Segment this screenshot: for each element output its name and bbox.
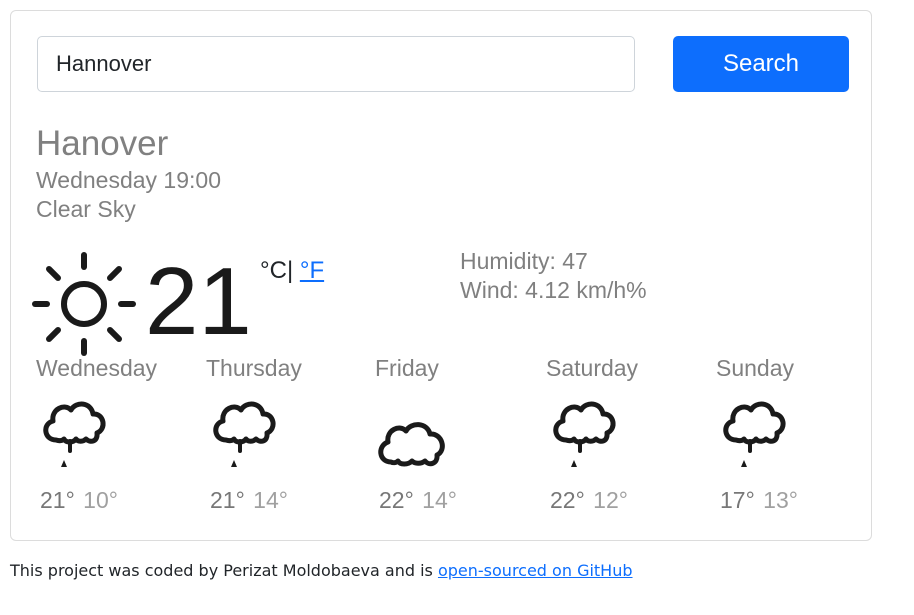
forecast-day-name: Saturday <box>546 355 639 381</box>
current-temperature: 21 <box>145 248 252 355</box>
forecast-max-temp: 22° <box>550 487 585 513</box>
unit-celsius: °C <box>260 257 287 284</box>
search-button[interactable]: Search <box>673 36 849 92</box>
forecast-temps: 21° 10° <box>40 486 118 514</box>
forecast-day: Wednesday 21° 10° <box>36 354 206 524</box>
forecast-temps: 17° 13° <box>720 486 798 514</box>
forecast-temps: 21° 14° <box>210 486 288 514</box>
weather-description: Clear Sky <box>36 196 136 222</box>
forecast-day: Friday 22° 14° <box>375 354 545 524</box>
forecast-max-temp: 21° <box>40 487 75 513</box>
forecast-min-temp: 13° <box>763 487 798 513</box>
forecast-day-name: Thursday <box>206 355 302 381</box>
forecast-min-temp: 14° <box>253 487 288 513</box>
forecast-day: Sunday 17° 13° <box>716 354 886 524</box>
forecast-min-temp: 12° <box>593 487 628 513</box>
unit-separator: | <box>286 257 294 284</box>
cloud-rain-icon <box>43 401 106 467</box>
cloud-icon <box>378 422 445 467</box>
footer: This project was coded by Perizat Moldob… <box>10 559 633 583</box>
cloud-rain-icon <box>213 401 276 467</box>
github-link[interactable]: open-sourced on GitHub <box>438 561 633 580</box>
unit-switcher: °C| °F <box>260 257 324 285</box>
forecast-max-temp: 22° <box>379 487 414 513</box>
forecast-day-name: Friday <box>375 355 439 381</box>
current-datetime: Wednesday 19:00 <box>36 167 221 193</box>
city-name: Hanover <box>36 124 169 163</box>
footer-text: This project was coded by Perizat Moldob… <box>10 561 438 580</box>
unit-fahrenheit-link[interactable]: °F <box>300 257 324 284</box>
forecast-day-name: Wednesday <box>36 355 158 381</box>
sun-icon <box>32 252 136 356</box>
forecast-temps: 22° 12° <box>550 486 628 514</box>
forecast-max-temp: 17° <box>720 487 755 513</box>
forecast-temps: 22° 14° <box>379 486 457 514</box>
humidity: Humidity: 47 <box>460 248 588 274</box>
forecast-day: Saturday 22° 12° <box>546 354 716 524</box>
forecast-day: Thursday 21° 14° <box>206 354 376 524</box>
cloud-rain-icon <box>723 401 786 467</box>
forecast-max-temp: 21° <box>210 487 245 513</box>
forecast-min-temp: 10° <box>83 487 118 513</box>
cloud-rain-icon <box>553 401 616 467</box>
city-search-input[interactable] <box>37 36 635 92</box>
forecast-day-name: Sunday <box>716 355 795 381</box>
weather-card: Search Hanover Wednesday 19:00 Clear Sky… <box>10 10 872 541</box>
forecast-min-temp: 14° <box>422 487 457 513</box>
wind: Wind: 4.12 km/h% <box>460 277 647 303</box>
